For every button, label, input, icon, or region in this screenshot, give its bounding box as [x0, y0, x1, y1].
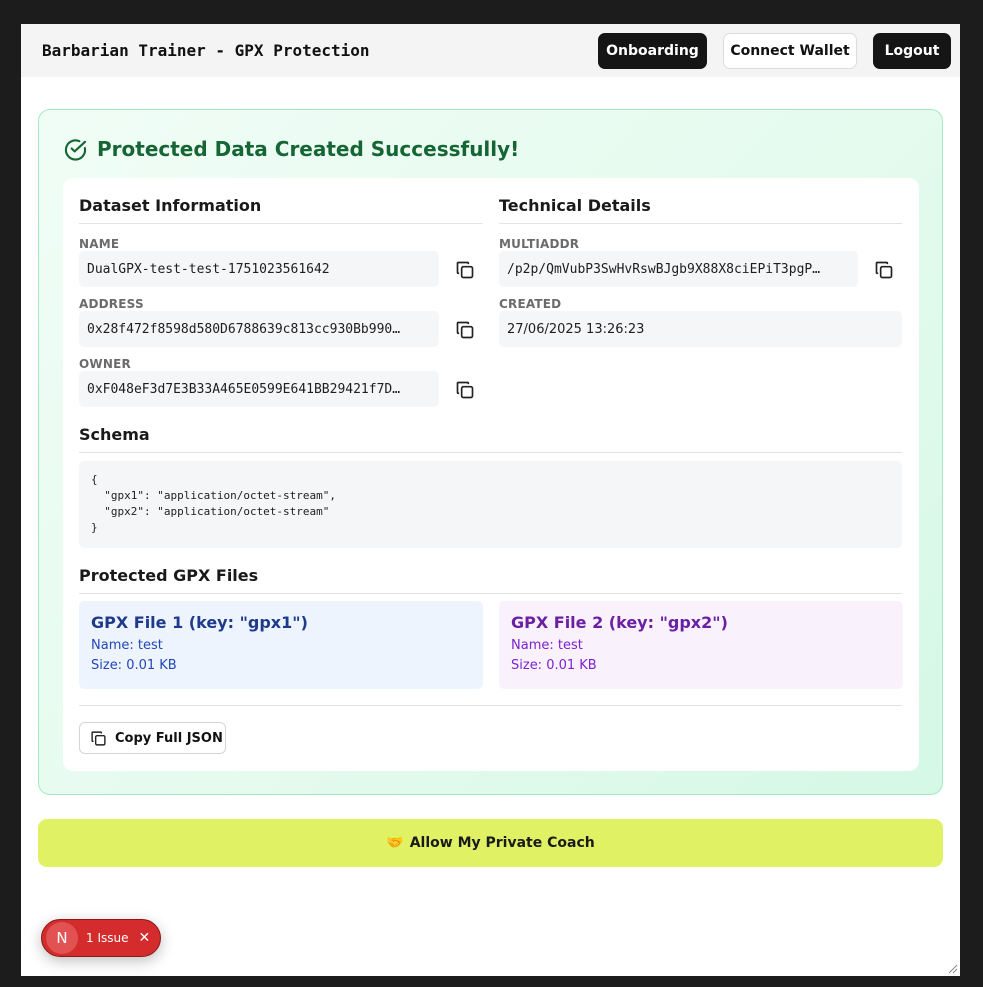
gpx-file-size: Size: 0.01 KB [511, 658, 597, 673]
technical-details-heading: Technical Details [499, 196, 902, 224]
copy-icon[interactable] [874, 260, 894, 280]
schema-code: { "gpx1": "application/octet-stream", "g… [79, 461, 902, 548]
top-bar: Barbarian Trainer - GPX Protection Onboa… [21, 24, 960, 77]
logout-button[interactable]: Logout [873, 33, 951, 69]
gpx-file-name: Name: test [511, 638, 583, 653]
schema-heading: Schema [79, 425, 902, 453]
multiaddr-value: /p2p/QmVubP3SwHvRswBJgb9X88X8ciEPiT3pgP… [499, 251, 858, 287]
check-circle-icon [64, 138, 87, 161]
owner-label: OWNER [79, 357, 131, 371]
resize-handle-icon[interactable] [946, 962, 958, 974]
handshake-icon: 🤝 [386, 835, 404, 851]
copy-full-json-button[interactable]: Copy Full JSON [79, 722, 226, 754]
name-label: NAME [79, 237, 120, 251]
multiaddr-label: MULTIADDR [499, 237, 580, 251]
address-label: ADDRESS [79, 297, 144, 311]
dataset-info-heading: Dataset Information [79, 196, 483, 224]
app-title: Barbarian Trainer - GPX Protection [42, 41, 370, 60]
created-value: 27/06/2025 13:26:23 [499, 311, 902, 347]
copy-icon[interactable] [455, 260, 475, 280]
created-label: CREATED [499, 297, 562, 311]
address-value: 0x28f472f8598d580D6788639c813cc930Bb990… [79, 311, 439, 347]
onboarding-button[interactable]: Onboarding [598, 33, 707, 69]
owner-value: 0xF048eF3d7E3B33A465E0599E641BB29421f7D… [79, 371, 439, 407]
close-icon[interactable]: ✕ [138, 930, 150, 946]
gpx-file-card: GPX File 2 (key: "gpx2") Name: test Size… [499, 601, 903, 689]
copy-icon [91, 730, 106, 746]
nextjs-logo-icon: N [46, 922, 78, 954]
copy-icon[interactable] [455, 320, 475, 340]
issues-count: 1 Issue [86, 931, 129, 945]
gpx-files-heading: Protected GPX Files [79, 566, 902, 594]
success-title-text: Protected Data Created Successfully! [97, 137, 520, 161]
allow-private-coach-button[interactable]: 🤝 Allow My Private Coach [38, 819, 943, 867]
gpx-file-card: GPX File 1 (key: "gpx1") Name: test Size… [79, 601, 483, 689]
allow-private-coach-label: Allow My Private Coach [409, 835, 595, 851]
gpx-file-size: Size: 0.01 KB [91, 658, 177, 673]
gpx-file-name: Name: test [91, 638, 163, 653]
issues-badge[interactable]: N 1 Issue ✕ [41, 919, 161, 957]
success-card: Protected Data Created Successfully! Dat… [38, 109, 943, 795]
details-panel: Dataset Information NAME DualGPX-test-te… [63, 178, 919, 771]
app-window: Barbarian Trainer - GPX Protection Onboa… [21, 24, 960, 976]
gpx-file-title: GPX File 2 (key: "gpx2") [511, 613, 728, 632]
copy-icon[interactable] [455, 380, 475, 400]
name-value: DualGPX-test-test-1751023561642 [79, 251, 439, 287]
success-heading: Protected Data Created Successfully! [64, 137, 519, 161]
divider [79, 705, 902, 706]
gpx-file-title: GPX File 1 (key: "gpx1") [91, 613, 308, 632]
copy-full-json-label: Copy Full JSON [115, 730, 223, 746]
connect-wallet-button[interactable]: Connect Wallet [723, 33, 857, 69]
